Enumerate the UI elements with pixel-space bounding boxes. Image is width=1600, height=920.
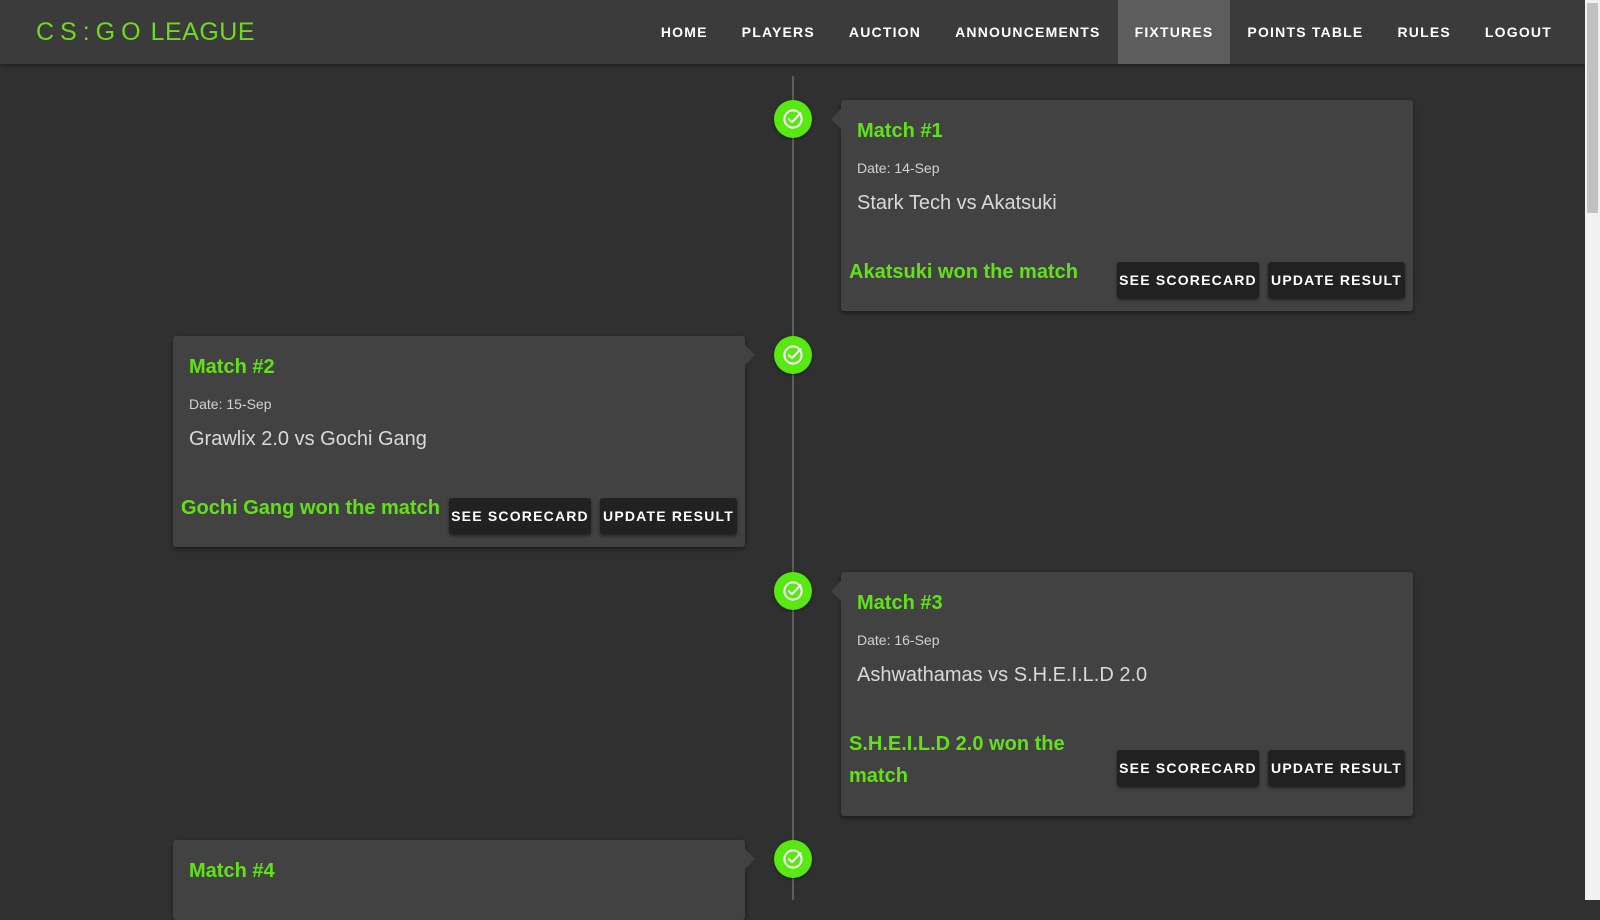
page-scrollbar[interactable] (1585, 0, 1600, 900)
top-navbar: CS:GO LEAGUE HOME PLAYERS AUCTION ANNOUNC… (0, 0, 1585, 64)
match-title: Match #4 (189, 860, 275, 882)
check-circle-icon (774, 336, 812, 374)
match-title: Match #3 (857, 592, 943, 614)
match-teams: Ashwathamas vs S.H.E.I.L.D 2.0 (857, 664, 1148, 686)
nav-home[interactable]: HOME (644, 0, 725, 64)
nav-points-table[interactable]: POINTS TABLE (1230, 0, 1380, 64)
match-date: Date: 16-Sep (857, 632, 940, 648)
match-date: Date: 14-Sep (857, 160, 940, 176)
scrollbar-thumb[interactable] (1587, 3, 1598, 213)
update-result-button[interactable]: UPDATE RESULT (1268, 262, 1405, 298)
nav-rules[interactable]: RULES (1380, 0, 1467, 64)
nav-fixtures[interactable]: FIXTURES (1117, 0, 1231, 64)
brand-logo[interactable]: CS:GO LEAGUE (36, 15, 255, 49)
brand-name-part1: CS:GO (36, 18, 147, 46)
match-teams: Grawlix 2.0 vs Gochi Gang (189, 428, 427, 450)
match-title: Match #1 (857, 120, 943, 142)
nav-auction[interactable]: AUCTION (832, 0, 938, 64)
see-scorecard-button[interactable]: SEE SCORECARD (1117, 750, 1259, 786)
nav-announcements[interactable]: ANNOUNCEMENTS (938, 0, 1118, 64)
nav-menu: HOME PLAYERS AUCTION ANNOUNCEMENTS FIXTU… (644, 0, 1569, 64)
match-card: Match #1 Date: 14-Sep Stark Tech vs Akat… (831, 100, 1413, 311)
brand-name-part2: LEAGUE (150, 18, 256, 46)
check-circle-icon (774, 100, 812, 138)
match-date: Date: 15-Sep (189, 396, 272, 412)
check-circle-icon (774, 840, 812, 878)
match-card: Match #2 Date: 15-Sep Grawlix 2.0 vs Goc… (173, 336, 755, 547)
timeline-line (792, 76, 794, 900)
match-title: Match #2 (189, 356, 275, 378)
check-circle-icon (774, 572, 812, 610)
see-scorecard-button[interactable]: SEE SCORECARD (1117, 262, 1259, 298)
match-card: Match #4 (173, 840, 755, 920)
match-result: S.H.E.I.L.D 2.0 won the match (849, 733, 1065, 787)
match-teams: Stark Tech vs Akatsuki (857, 192, 1057, 214)
update-result-button[interactable]: UPDATE RESULT (600, 498, 737, 534)
nav-logout[interactable]: LOGOUT (1468, 0, 1569, 64)
see-scorecard-button[interactable]: SEE SCORECARD (449, 498, 591, 534)
match-result: Gochi Gang won the match (181, 497, 440, 519)
match-card: Match #3 Date: 16-Sep Ashwathamas vs S.H… (831, 572, 1413, 816)
match-result: Akatsuki won the match (849, 261, 1078, 283)
nav-players[interactable]: PLAYERS (725, 0, 832, 64)
update-result-button[interactable]: UPDATE RESULT (1268, 750, 1405, 786)
